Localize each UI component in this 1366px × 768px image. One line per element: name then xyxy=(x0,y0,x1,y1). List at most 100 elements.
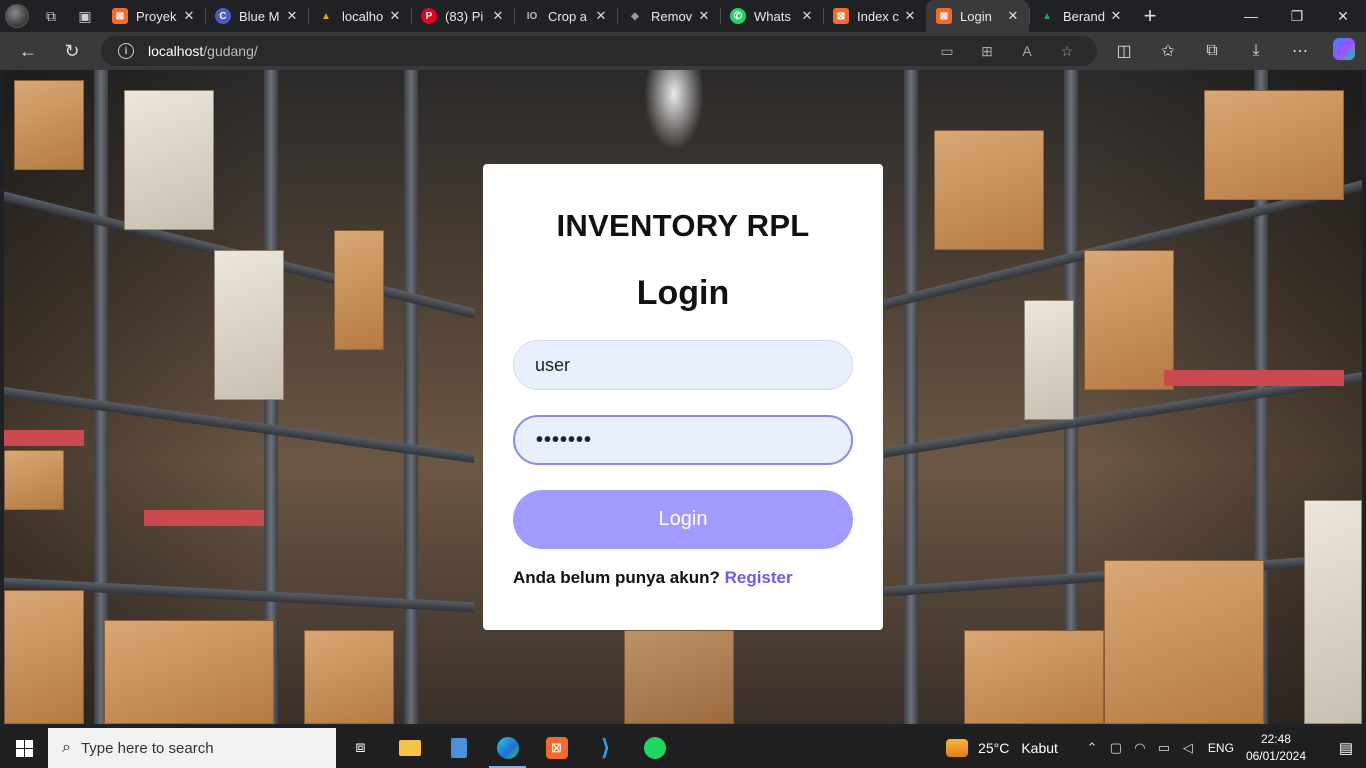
battery-icon[interactable]: ▭ xyxy=(1152,740,1176,756)
spotify-icon[interactable] xyxy=(630,728,679,768)
workspaces-icon[interactable]: ⧉ xyxy=(34,0,68,32)
weather-icon xyxy=(946,739,969,757)
password-input[interactable] xyxy=(513,415,853,465)
tab-6[interactable]: ✆ Whats ✕ xyxy=(720,0,823,32)
box xyxy=(4,450,64,510)
tab-title: Index c xyxy=(857,8,899,24)
box xyxy=(124,90,214,230)
close-icon[interactable]: ✕ xyxy=(181,8,197,24)
tab-4[interactable]: IO Crop a ✕ xyxy=(514,0,617,32)
tab-title: Login xyxy=(960,8,992,24)
box xyxy=(14,80,84,170)
avatar xyxy=(5,4,29,28)
tab-0[interactable]: ⊠ Proyek ✕ xyxy=(102,0,205,32)
read-aloud-icon[interactable]: A xyxy=(1007,43,1047,59)
tab-2[interactable]: ▲ localho ✕ xyxy=(308,0,411,32)
vscode-icon[interactable]: ⟩ xyxy=(581,728,630,768)
box xyxy=(1304,500,1362,724)
close-icon[interactable]: ✕ xyxy=(593,8,609,24)
username-input[interactable] xyxy=(513,340,853,390)
shelf-label xyxy=(144,510,264,526)
weather-temp: 25°C xyxy=(978,740,1010,756)
meet-now-icon[interactable]: ▢ xyxy=(1104,740,1128,756)
xampp-taskbar-icon[interactable]: ⊠ xyxy=(532,728,581,768)
close-icon[interactable]: ✕ xyxy=(284,8,300,24)
close-icon[interactable]: ✕ xyxy=(799,8,815,24)
tab-title: (83) Pi xyxy=(445,8,484,24)
back-icon[interactable]: ← xyxy=(6,32,50,70)
minimize-icon[interactable]: — xyxy=(1228,0,1274,32)
shelf-label xyxy=(4,430,84,446)
chevron-up-icon[interactable]: ⌃ xyxy=(1080,740,1104,756)
file-explorer-icon[interactable] xyxy=(385,728,434,768)
refresh-icon[interactable]: ↻ xyxy=(50,32,94,70)
whatsapp-icon: ✆ xyxy=(730,8,746,24)
box xyxy=(214,250,284,400)
downloads-icon[interactable]: ⤓ xyxy=(1234,42,1278,60)
box xyxy=(964,630,1104,724)
weather-widget[interactable]: 25°C Kabut xyxy=(946,739,1058,757)
register-prompt-text: Anda belum punya akun? xyxy=(513,568,720,587)
wifi-icon[interactable]: ◠ xyxy=(1128,740,1152,756)
profile-button[interactable] xyxy=(0,0,34,32)
clock[interactable]: 22:48 06/01/2024 xyxy=(1246,731,1306,765)
xampp-icon: ⊠ xyxy=(936,8,952,24)
more-menu-icon[interactable]: ⋯ xyxy=(1278,41,1322,61)
tab-3[interactable]: P (83) Pi ✕ xyxy=(411,0,514,32)
tab-title: localho xyxy=(342,8,384,24)
close-icon[interactable]: ✕ xyxy=(1005,8,1021,24)
system-tray: 25°C Kabut ⌃ ▢ ◠ ▭ ◁ ENG 22:48 06/01/202… xyxy=(946,728,1366,768)
taskbar-search-box[interactable]: ⌕ Type here to search xyxy=(48,728,336,768)
ceiling-light xyxy=(644,70,704,150)
new-tab-button[interactable]: + xyxy=(1132,3,1168,29)
google-drive-icon: ▲ xyxy=(1042,10,1052,22)
close-window-icon[interactable]: ✕ xyxy=(1320,0,1366,32)
xampp-icon: ⊠ xyxy=(833,8,849,24)
tab-5[interactable]: ◆ Remov ✕ xyxy=(617,0,720,32)
notification-icon[interactable]: ▤ xyxy=(1326,739,1366,757)
split-screen-icon[interactable]: ◫ xyxy=(1102,41,1146,61)
restore-icon[interactable]: ❐ xyxy=(1274,0,1320,32)
copilot-icon[interactable] xyxy=(1322,37,1366,65)
search-icon: ⌕ xyxy=(62,739,71,756)
site-info-icon[interactable]: i xyxy=(118,43,134,59)
box xyxy=(1084,250,1174,390)
app-available-icon[interactable]: ▭ xyxy=(927,43,967,60)
box xyxy=(334,230,384,350)
apps-icon[interactable]: ⊞ xyxy=(967,43,1007,60)
start-button[interactable] xyxy=(0,728,48,768)
language-indicator[interactable]: ENG xyxy=(1208,741,1234,755)
edge-icon[interactable] xyxy=(483,728,532,768)
clock-date: 06/01/2024 xyxy=(1245,749,1306,763)
tab-actions-icon[interactable]: ▣ xyxy=(68,0,102,32)
close-icon[interactable]: ✕ xyxy=(490,8,506,24)
volume-icon[interactable]: ◁ xyxy=(1176,740,1200,756)
url-text[interactable]: localhost/gudang/ xyxy=(148,43,258,59)
tab-9[interactable]: ▲ Berand ✕ xyxy=(1029,0,1132,32)
browser-tab-strip: ⧉ ▣ ⊠ Proyek ✕ C Blue M ✕ ▲ localho ✕ P (83) Pi… xyxy=(0,0,1366,32)
windows-taskbar: ⌕ Type here to search ⧈ ⊠ ⟩ 25°C Kabut ⌃… xyxy=(0,728,1366,768)
box xyxy=(4,590,84,724)
login-button[interactable]: Login xyxy=(513,490,853,549)
box xyxy=(1204,90,1344,200)
tab-title: Blue M xyxy=(239,8,280,24)
window-controls: — ❐ ✕ xyxy=(1228,0,1366,32)
favorite-star-icon[interactable]: ☆ xyxy=(1047,43,1087,60)
favorites-icon[interactable]: ✩ xyxy=(1146,41,1190,61)
tab-7[interactable]: ⊠ Index c ✕ xyxy=(823,0,926,32)
register-link[interactable]: Register xyxy=(725,568,793,587)
close-icon[interactable]: ✕ xyxy=(696,8,712,24)
collections-icon[interactable]: ⧉ xyxy=(1190,42,1234,60)
box xyxy=(624,630,734,724)
task-view-icon[interactable]: ⧈ xyxy=(336,728,385,768)
tab-1[interactable]: C Blue M ✕ xyxy=(205,0,308,32)
calculator-icon[interactable] xyxy=(434,728,483,768)
close-icon[interactable]: ✕ xyxy=(1108,8,1124,24)
tab-title: Remov xyxy=(651,8,693,24)
box xyxy=(304,630,394,724)
close-icon[interactable]: ✕ xyxy=(387,8,403,24)
address-bar[interactable]: i localhost/gudang/ ▭ ⊞ A ☆ xyxy=(101,36,1097,66)
tab-title: Proyek xyxy=(136,8,177,24)
tab-8-active[interactable]: ⊠ Login ✕ xyxy=(926,0,1029,32)
close-icon[interactable]: ✕ xyxy=(902,8,918,24)
